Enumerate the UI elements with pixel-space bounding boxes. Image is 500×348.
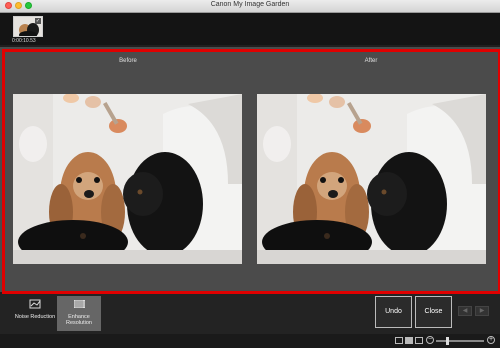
enhance-resolution-label: Enhance Resolution [66,314,92,326]
zoom-slider-knob[interactable] [446,337,449,345]
window-title: Canon My Image Garden [210,1,290,8]
after-image [257,94,486,264]
checkbox-icon[interactable]: ✓ [35,18,41,24]
after-label: After [364,58,378,64]
noise-reduction-label: Noise Reduction [14,314,56,320]
zoom-in-icon[interactable]: + [487,336,495,344]
thumbnail-strip [0,13,500,45]
single-view-icon[interactable] [395,337,403,344]
video-thumbnail[interactable]: ✓ [13,16,43,37]
before-label: Before [119,58,137,64]
after-photo [257,94,486,264]
next-arrow-icon[interactable]: ▶ [475,306,489,316]
enhance-resolution-tool[interactable]: Enhance Resolution [57,296,101,331]
close-button[interactable]: Close [415,296,452,328]
fullscreen-icon[interactable] [415,337,423,344]
zoom-out-icon[interactable]: − [426,336,434,344]
noise-reduction-tool[interactable]: Noise Reduction [13,296,57,331]
enhance-resolution-icon [74,300,85,308]
grid-view-icon[interactable] [405,337,413,344]
undo-button[interactable]: Undo [375,296,412,328]
before-image [13,94,242,264]
window-titlebar: Canon My Image Garden [0,0,500,13]
noise-reduction-icon [29,299,41,309]
thumbnail-timecode: 0:00:10.53 [12,38,36,44]
zoom-slider[interactable] [436,340,484,342]
previous-arrow-icon[interactable]: ◀ [458,306,472,316]
status-bar [0,334,500,348]
before-photo [13,94,242,264]
